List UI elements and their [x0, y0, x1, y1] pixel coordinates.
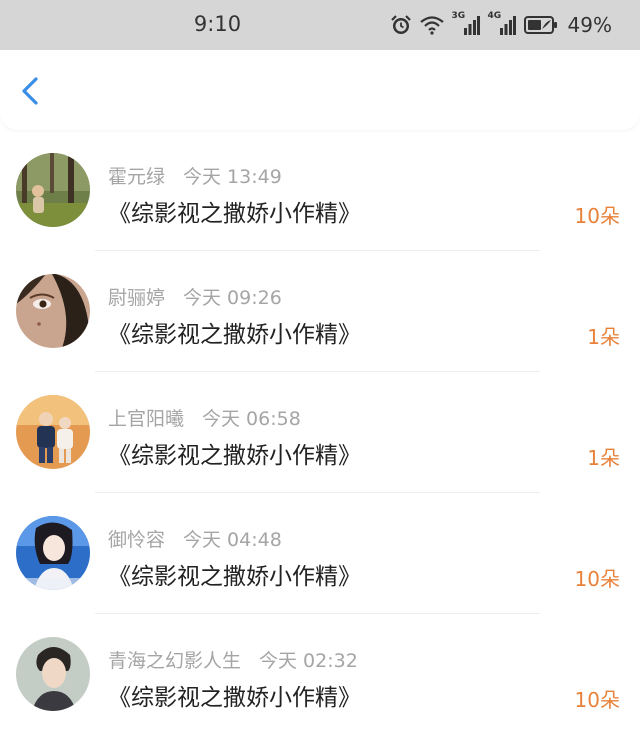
- flower-count: 1朵: [587, 446, 620, 470]
- item-meta: 御怜容 今天 04:48: [108, 525, 282, 552]
- avatar[interactable]: [16, 395, 90, 469]
- avatar[interactable]: [16, 516, 90, 590]
- list-item[interactable]: 尉骊婷 今天 09:26 《综影视之撒娇小作精》 1朵: [0, 251, 640, 372]
- alarm-icon: [390, 14, 412, 36]
- flower-count: 10朵: [574, 204, 620, 228]
- item-meta: 尉骊婷 今天 09:26: [108, 283, 282, 310]
- list-item[interactable]: 青海之幻影人生 今天 02:32 《综影视之撒娇小作精》 10朵: [0, 614, 640, 735]
- book-title[interactable]: 《综影视之撒娇小作精》: [108, 436, 361, 470]
- flower-count: 10朵: [574, 688, 620, 712]
- list-item[interactable]: 御怜容 今天 04:48 《综影视之撒娇小作精》 10朵: [0, 493, 640, 614]
- timestamp: 今天 06:58: [202, 408, 301, 430]
- timestamp: 今天 09:26: [183, 287, 282, 309]
- timestamp: 今天 04:48: [183, 529, 282, 551]
- chevron-left-icon: [22, 77, 38, 105]
- item-meta: 上官阳曦 今天 06:58: [108, 404, 301, 431]
- user-name[interactable]: 上官阳曦: [108, 408, 184, 430]
- list-item[interactable]: 霍元绿 今天 13:49 《综影视之撒娇小作精》 10朵: [0, 130, 640, 251]
- item-meta: 霍元绿 今天 13:49: [108, 162, 282, 189]
- gift-record-list: 霍元绿 今天 13:49 《综影视之撒娇小作精》 10朵 尉骊婷 今天 09:26 …: [0, 130, 640, 735]
- signal-4g-icon: 4G: [488, 11, 516, 36]
- list-item[interactable]: 上官阳曦 今天 06:58 《综影视之撒娇小作精》 1朵: [0, 372, 640, 493]
- avatar[interactable]: [16, 153, 90, 227]
- book-title[interactable]: 《综影视之撒娇小作精》: [108, 194, 361, 228]
- signal-3g-icon: 3G: [452, 11, 480, 36]
- status-bar: 9:10 3G 4G 49%: [0, 0, 640, 50]
- avatar[interactable]: [16, 274, 90, 348]
- user-name[interactable]: 青海之幻影人生: [108, 650, 241, 672]
- user-name[interactable]: 霍元绿: [108, 166, 165, 188]
- user-name[interactable]: 御怜容: [108, 529, 165, 551]
- battery-percent: 49%: [567, 13, 612, 37]
- battery-icon: [523, 15, 558, 35]
- status-time: 9:10: [193, 12, 242, 36]
- book-title[interactable]: 《综影视之撒娇小作精》: [108, 557, 361, 591]
- back-button[interactable]: [14, 74, 48, 108]
- wifi-icon: [419, 15, 444, 35]
- top-nav-bar: [0, 50, 640, 130]
- flower-count: 10朵: [574, 567, 620, 591]
- item-meta: 青海之幻影人生 今天 02:32: [108, 646, 358, 673]
- flower-count: 1朵: [587, 325, 620, 349]
- timestamp: 今天 13:49: [183, 166, 282, 188]
- user-name[interactable]: 尉骊婷: [108, 287, 165, 309]
- timestamp: 今天 02:32: [259, 650, 358, 672]
- book-title[interactable]: 《综影视之撒娇小作精》: [108, 315, 361, 349]
- avatar[interactable]: [16, 637, 90, 711]
- book-title[interactable]: 《综影视之撒娇小作精》: [108, 678, 361, 712]
- status-icons: 3G 4G 49%: [390, 11, 612, 38]
